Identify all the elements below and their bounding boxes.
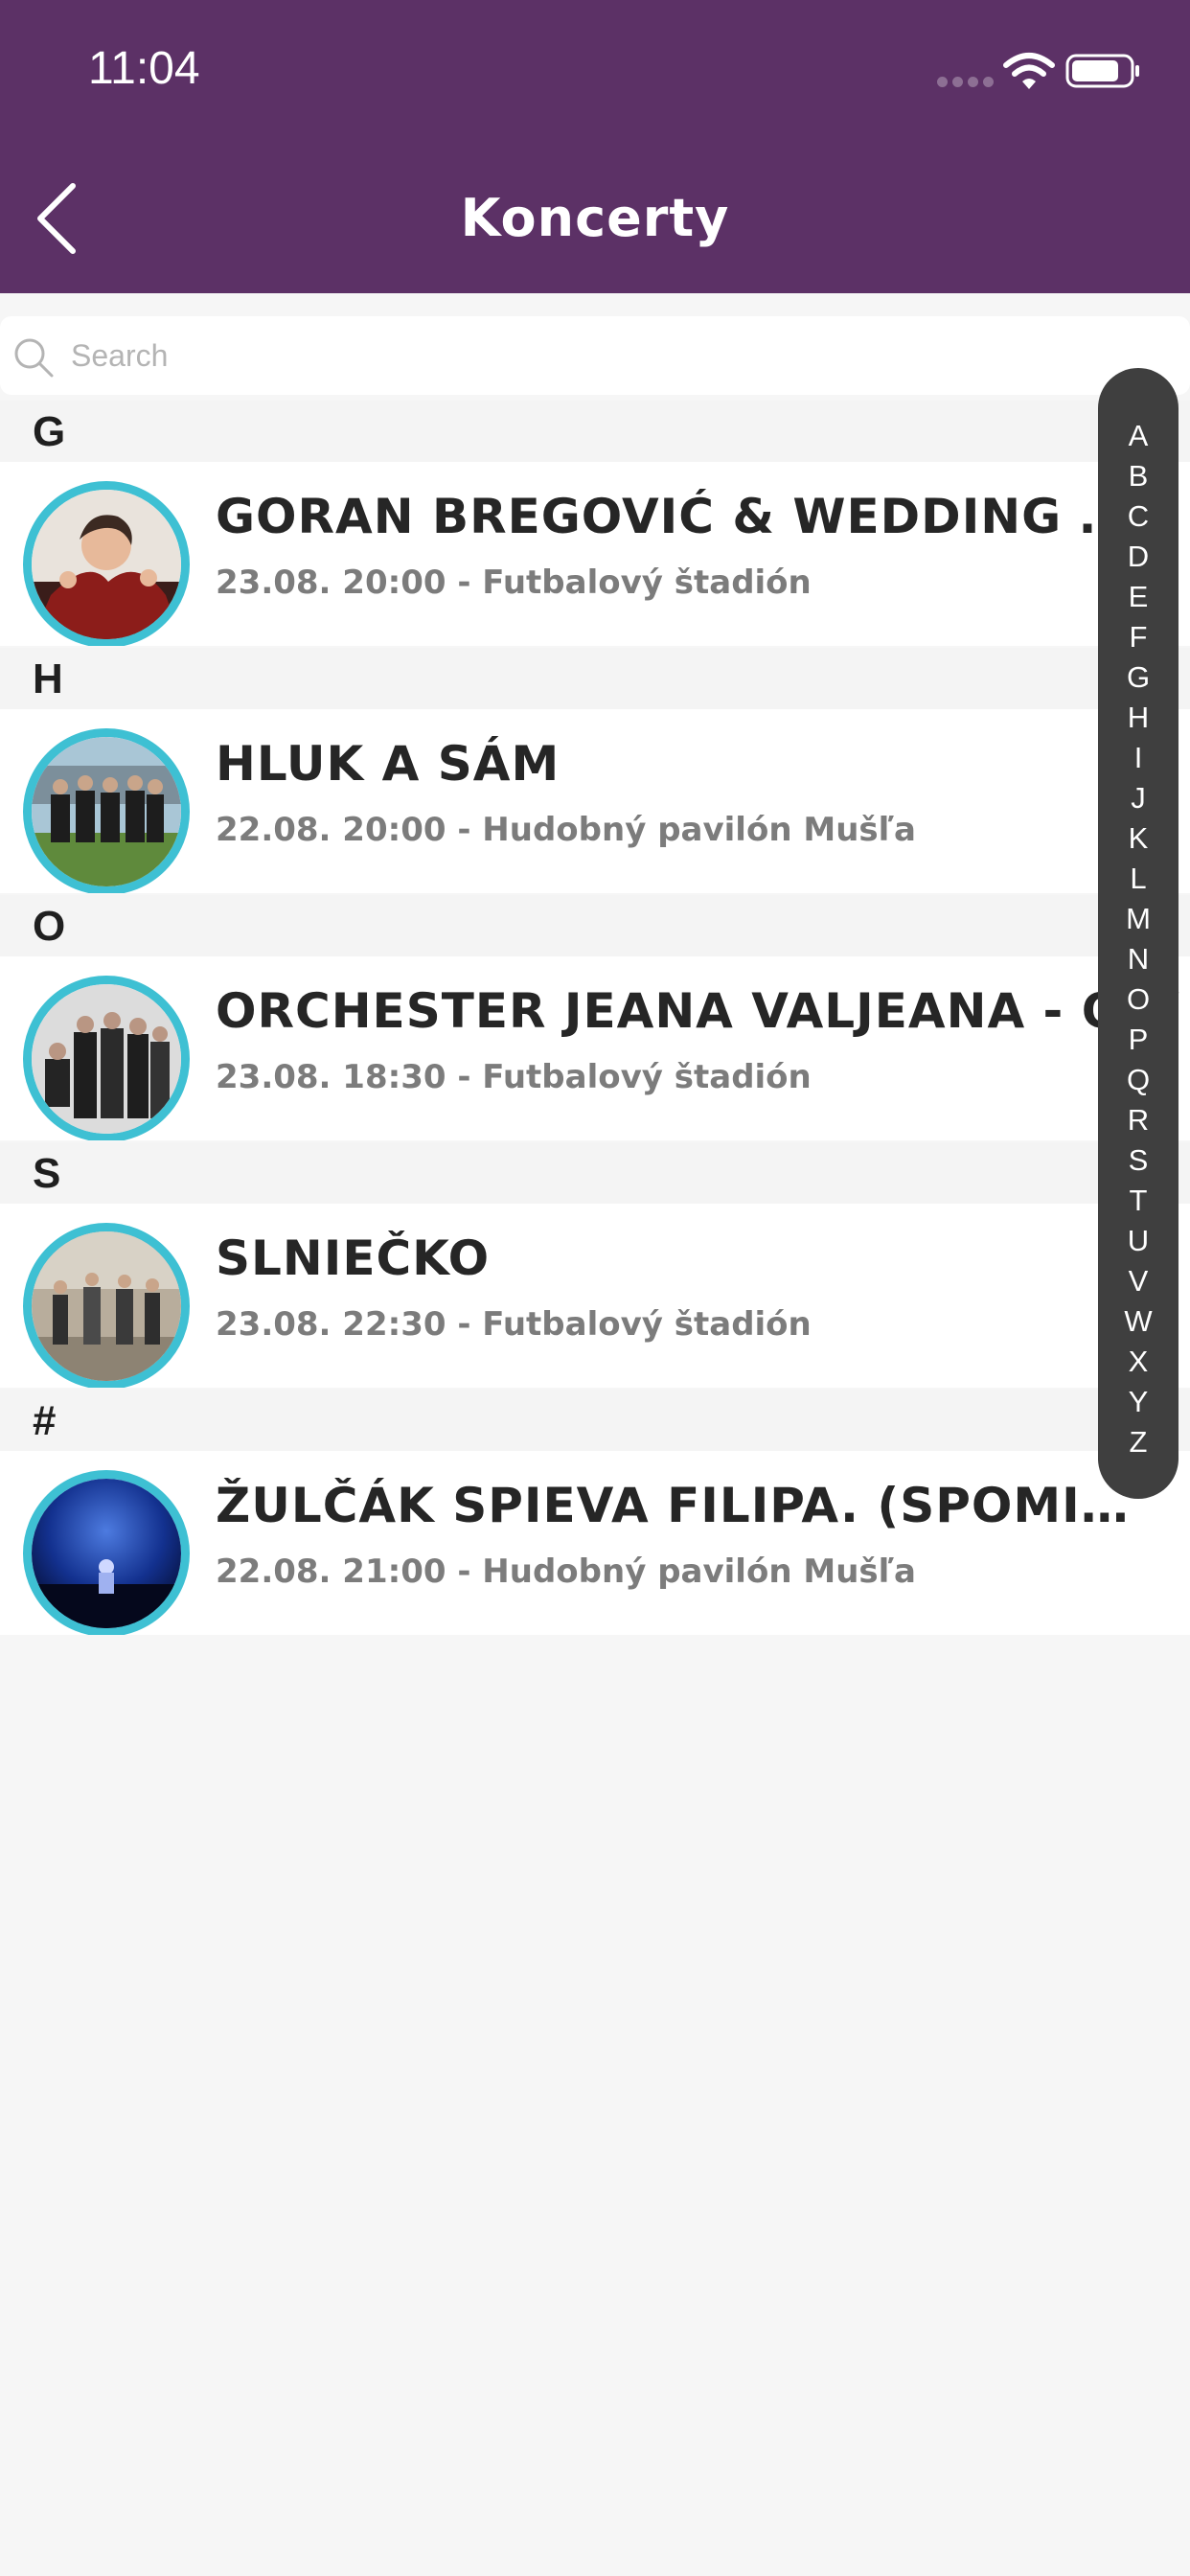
concert-title: ORCHESTER JEANA VALJEANA - OJV — [216, 983, 1180, 1039]
index-letter-m[interactable]: M — [1126, 899, 1151, 939]
avatar — [23, 481, 190, 646]
section-letter: O — [33, 903, 66, 950]
battery-icon — [1065, 54, 1139, 88]
concert-datetime-venue: 22.08. 21:00 - Hudobný pavilón Mušľa — [216, 1552, 916, 1591]
concert-datetime-venue: 22.08. 20:00 - Hudobný pavilón Mušľa — [216, 811, 916, 849]
concert-datetime-venue: 23.08. 22:30 - Futbalový štadión — [216, 1305, 812, 1344]
index-letter-c[interactable]: C — [1128, 496, 1149, 537]
index-letter-d[interactable]: D — [1128, 537, 1149, 577]
index-letter-e[interactable]: E — [1129, 577, 1149, 617]
section-letter: # — [33, 1397, 57, 1444]
index-letter-s[interactable]: S — [1129, 1140, 1149, 1181]
index-letter-h[interactable]: H — [1128, 698, 1149, 738]
concert-datetime-venue: 23.08. 18:30 - Futbalový štadión — [216, 1058, 812, 1096]
index-letter-x[interactable]: X — [1129, 1342, 1149, 1382]
concert-title: HLUK A SÁM — [216, 736, 561, 792]
index-letter-g[interactable]: G — [1127, 657, 1150, 698]
status-time: 11:04 — [88, 43, 200, 94]
section-header-g: G — [0, 401, 1190, 462]
list-item[interactable]: SLNIEČKO 23.08. 22:30 - Futbalový štadió… — [0, 1204, 1190, 1388]
list-item[interactable]: ŽULČÁK SPIEVA FILIPA. (SPOMIENKA NA FILI… — [0, 1451, 1190, 1635]
navigation-bar: Koncerty — [0, 144, 1190, 293]
search-bar[interactable] — [0, 316, 1190, 395]
section-header-hash: # — [0, 1390, 1190, 1451]
avatar — [23, 1470, 190, 1635]
index-letter-v[interactable]: V — [1129, 1261, 1149, 1301]
index-letter-j[interactable]: J — [1131, 778, 1146, 818]
index-letter-n[interactable]: N — [1128, 939, 1149, 979]
index-letter-w[interactable]: W — [1124, 1301, 1152, 1342]
status-bar: 11:04 — [0, 0, 1190, 144]
avatar — [23, 728, 190, 893]
list-item[interactable]: ORCHESTER JEANA VALJEANA - OJV 23.08. 18… — [0, 956, 1190, 1140]
concert-title: SLNIEČKO — [216, 1230, 491, 1286]
index-letter-a[interactable]: A — [1129, 416, 1149, 456]
wifi-icon — [1003, 53, 1055, 89]
alphabet-index-letters: ABCDEFGHIJKLMNOPQRSTUVWXYZ — [1098, 416, 1179, 1462]
index-letter-u[interactable]: U — [1128, 1221, 1149, 1261]
section-letter: H — [33, 656, 63, 702]
concert-title: GORAN BREGOVIĆ & WEDDING AND FUNERAL BAN… — [216, 489, 1133, 544]
section-header-o: O — [0, 895, 1190, 956]
index-letter-r[interactable]: R — [1128, 1100, 1149, 1140]
page-title: Koncerty — [460, 188, 730, 248]
index-letter-i[interactable]: I — [1134, 738, 1143, 778]
search-input[interactable] — [71, 332, 1029, 380]
section-letter: S — [33, 1150, 61, 1197]
search-icon — [14, 338, 54, 378]
index-letter-t[interactable]: T — [1130, 1181, 1148, 1221]
index-letter-l[interactable]: L — [1130, 859, 1146, 899]
concert-datetime-venue: 23.08. 20:00 - Futbalový štadión — [216, 564, 812, 602]
index-letter-q[interactable]: Q — [1127, 1060, 1150, 1100]
index-letter-b[interactable]: B — [1129, 456, 1149, 496]
cellular-signal-icon — [937, 77, 994, 87]
avatar — [23, 1223, 190, 1388]
list-item[interactable]: GORAN BREGOVIĆ & WEDDING AND FUNERAL BAN… — [0, 462, 1190, 646]
alphabet-index-scrubber[interactable]: ABCDEFGHIJKLMNOPQRSTUVWXYZ — [1098, 368, 1179, 1499]
avatar — [23, 976, 190, 1140]
list-item[interactable]: HLUK A SÁM 22.08. 20:00 - Hudobný paviló… — [0, 709, 1190, 893]
section-header-s: S — [0, 1142, 1190, 1204]
index-letter-f[interactable]: F — [1130, 617, 1148, 657]
index-letter-o[interactable]: O — [1127, 979, 1150, 1020]
index-letter-y[interactable]: Y — [1129, 1382, 1149, 1422]
index-letter-k[interactable]: K — [1129, 818, 1149, 859]
index-letter-z[interactable]: Z — [1130, 1422, 1148, 1462]
concert-title: ŽULČÁK SPIEVA FILIPA. (SPOMIENKA NA FILI… — [216, 1478, 1133, 1533]
section-header-h: H — [0, 648, 1190, 709]
index-letter-p[interactable]: P — [1129, 1020, 1149, 1060]
section-letter: G — [33, 408, 66, 455]
